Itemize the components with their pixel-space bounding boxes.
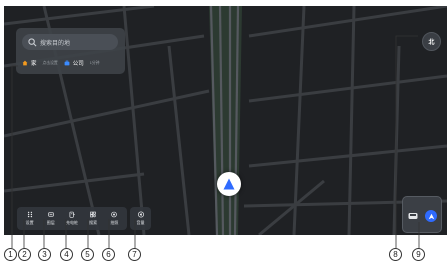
- dock-label-charger: 充电桩: [65, 220, 78, 225]
- compass-label: 北: [428, 40, 435, 46]
- layers-icon: [47, 212, 54, 217]
- search-icon: [90, 211, 96, 218]
- dock-item-charger[interactable]: 充电桩: [62, 211, 82, 226]
- search-icon: [28, 37, 37, 46]
- callout-7: 7: [128, 248, 141, 261]
- navigation-arrow-icon: [223, 178, 235, 190]
- car-icon[interactable]: [407, 210, 419, 222]
- briefcase-icon[interactable]: [64, 60, 70, 66]
- dock-item-layers[interactable]: 图层: [41, 211, 61, 226]
- callout-2: 2: [18, 248, 31, 261]
- dock-label-layers: 图层: [46, 220, 55, 225]
- search-placeholder: 搜索目的地: [40, 40, 71, 47]
- callout-5: 5: [81, 248, 94, 261]
- dock-item-settings[interactable]: 设置: [20, 211, 40, 226]
- home-hint: 点击设置: [42, 60, 58, 65]
- view-mode-card: [402, 196, 442, 233]
- dock-label-search: 搜索: [89, 220, 98, 225]
- map-screen[interactable]: 搜索目的地 家 点击设置 公司 1分钟 设置 图层 充电桩 搜索 拍照 音量 北: [4, 6, 447, 235]
- callout-1: 1: [4, 248, 17, 261]
- callout-4: 4: [60, 248, 73, 261]
- callout-8: 8: [389, 248, 402, 261]
- work-label[interactable]: 公司: [73, 59, 84, 67]
- home-label[interactable]: 家: [31, 59, 37, 67]
- search-bar[interactable]: 搜索目的地: [22, 34, 118, 50]
- camera-icon: [111, 211, 118, 218]
- dock-label-settings: 设置: [25, 220, 34, 225]
- callout-9: 9: [412, 248, 425, 261]
- charger-icon: [69, 211, 75, 218]
- volume-icon: [137, 211, 144, 218]
- callout-3: 3: [38, 248, 51, 261]
- dock-item-camera[interactable]: 拍照: [104, 211, 124, 226]
- compass-button[interactable]: 北: [422, 32, 441, 51]
- grid-dots-icon: [27, 211, 32, 218]
- bottom-dock: 设置 图层 充电桩 搜索 拍照: [17, 207, 127, 230]
- work-hint: 1分钟: [89, 60, 100, 65]
- dock-item-search[interactable]: 搜索: [83, 211, 103, 226]
- quick-destinations: 家 点击设置 公司 1分钟: [22, 58, 122, 68]
- current-location-marker: [217, 172, 241, 196]
- home-icon[interactable]: [22, 60, 28, 66]
- volume-label: 音量: [136, 220, 145, 225]
- dock-label-camera: 拍照: [110, 220, 119, 225]
- volume-button[interactable]: 音量: [130, 207, 151, 230]
- navigation-mode-button[interactable]: [425, 210, 437, 222]
- search-card: 搜索目的地 家 点击设置 公司 1分钟: [16, 28, 125, 74]
- callout-6: 6: [102, 248, 115, 261]
- navigation-arrow-icon: [428, 213, 434, 219]
